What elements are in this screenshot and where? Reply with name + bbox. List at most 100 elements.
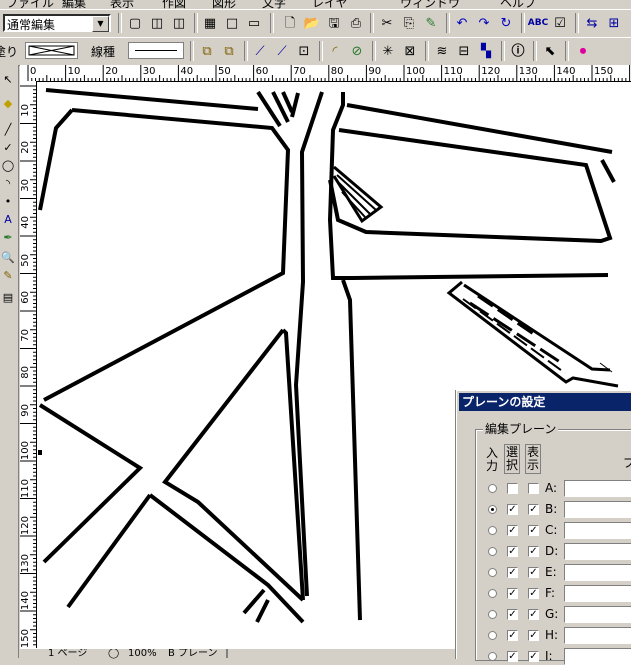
plane-name-field[interactable]	[564, 501, 631, 518]
plane-input-radio[interactable]	[488, 631, 497, 640]
save-icon[interactable]: 🖫	[324, 13, 344, 33]
plane-input-radio[interactable]	[488, 547, 497, 556]
circle-tool-icon[interactable]: ◯	[0, 157, 16, 175]
plane-display-checkbox[interactable]: ✓	[528, 567, 539, 578]
road-edge[interactable]	[45, 88, 259, 111]
plane-select-checkbox[interactable]: ✓	[507, 567, 518, 578]
group-icon[interactable]: ⧉	[197, 41, 217, 61]
plane-display-checkbox[interactable]	[528, 483, 539, 494]
grid-icon[interactable]: ▦	[200, 13, 220, 33]
plane-input-radio[interactable]	[488, 652, 497, 661]
eyedropper-tool-icon[interactable]: ✎	[0, 267, 16, 285]
zoom-tool-icon[interactable]: 🔍	[0, 249, 16, 267]
plane-display-checkbox[interactable]: ✓	[528, 525, 539, 536]
plane-display-checkbox[interactable]: ✓	[528, 546, 539, 557]
plane-select-checkbox[interactable]: ✓	[507, 546, 518, 557]
plane-select-checkbox[interactable]: ✓	[507, 525, 518, 536]
menu-item-text[interactable]: 文字	[262, 0, 286, 9]
plane-select-checkbox[interactable]: ✓	[507, 651, 518, 662]
menu-item-file[interactable]: ファイル	[6, 0, 54, 9]
arc-icon[interactable]: ◜	[325, 41, 345, 61]
plane-select-checkbox[interactable]: ✓	[507, 504, 518, 515]
select-all-icon[interactable]: ⊘	[347, 41, 367, 61]
road-edge[interactable]	[38, 403, 144, 564]
line-type-preview[interactable]	[128, 42, 184, 59]
wave-icon[interactable]: ≋	[432, 41, 452, 61]
plane-display-checkbox[interactable]: ✓	[528, 504, 539, 515]
road-edge[interactable]	[43, 108, 291, 402]
road-edge[interactable]	[327, 92, 609, 280]
road-edge[interactable]	[255, 599, 270, 623]
fill-tool-icon[interactable]: ◆	[0, 95, 16, 113]
menu-item-edit[interactable]: 編集	[62, 0, 86, 9]
table-tool-icon[interactable]: ▤	[0, 289, 16, 307]
plane-display-checkbox[interactable]: ✓	[528, 630, 539, 641]
col-display-header[interactable]: 表示	[525, 444, 541, 474]
plane-name-field[interactable]	[564, 648, 631, 665]
road-edge[interactable]	[463, 283, 611, 372]
star-box-icon[interactable]: ⊠	[400, 41, 420, 61]
check-box-icon[interactable]: ☑	[550, 13, 570, 33]
plane-name-field[interactable]	[564, 522, 631, 539]
new-doc-icon[interactable]: 🗋	[280, 13, 300, 33]
road-edge[interactable]	[328, 128, 613, 244]
open-icon[interactable]: 📂	[302, 13, 322, 33]
cursor-select-icon[interactable]: ⬉	[540, 41, 560, 61]
road-edge[interactable]	[600, 159, 616, 183]
plane-select-checkbox[interactable]	[507, 483, 518, 494]
plane-name-field[interactable]	[564, 606, 631, 623]
menu-item-help[interactable]: ヘルプ	[500, 0, 536, 9]
distribute-icon[interactable]: ▚	[476, 41, 496, 61]
arrange-icon[interactable]: ⇆	[582, 13, 602, 33]
node-edit-icon[interactable]: ⟋	[250, 41, 270, 61]
pen-tool-icon[interactable]: ✒	[0, 229, 16, 247]
plane-display-checkbox[interactable]: ✓	[528, 609, 539, 620]
undo-icon[interactable]: ↶	[452, 13, 472, 33]
plane-select-checkbox[interactable]: ✓	[507, 630, 518, 641]
line-tool-icon[interactable]: ╱	[0, 121, 16, 139]
polyline-tool-icon[interactable]: ✓	[0, 139, 16, 157]
chevron-down-icon[interactable]: ▼	[92, 16, 109, 32]
road-edge[interactable]	[281, 91, 294, 113]
spellcheck-icon[interactable]: ABC	[528, 13, 548, 33]
plane-input-radio[interactable]	[488, 568, 497, 577]
road-edge[interactable]	[346, 103, 613, 154]
road-edge[interactable]	[66, 493, 152, 609]
plane-input-radio[interactable]	[488, 610, 497, 619]
redo-icon[interactable]: ↷	[474, 13, 494, 33]
frame-icon[interactable]: ⊡	[294, 41, 314, 61]
fill-preview[interactable]	[25, 42, 78, 59]
plane-name-field[interactable]	[564, 480, 631, 497]
plane-name-field[interactable]	[564, 564, 631, 581]
copy-icon[interactable]: ⎘	[399, 13, 419, 33]
plane-display-checkbox[interactable]: ✓	[528, 651, 539, 662]
cut-icon[interactable]: ✂	[377, 13, 397, 33]
two-page-alt-icon[interactable]: ◫	[169, 13, 189, 33]
text-tool-icon[interactable]: A	[0, 211, 16, 229]
menu-item-window[interactable]: ウィンドウ	[400, 0, 460, 9]
two-page-icon[interactable]: ◫	[147, 13, 167, 33]
road-edge[interactable]	[38, 108, 74, 211]
plane-select-checkbox[interactable]: ✓	[507, 609, 518, 620]
refresh-icon[interactable]: ↻	[496, 13, 516, 33]
arc-tool-icon[interactable]: ◝	[0, 175, 16, 193]
menu-item-shape[interactable]: 図形	[212, 0, 236, 9]
plane-name-field[interactable]	[564, 543, 631, 560]
plane-name-field[interactable]	[564, 585, 631, 602]
plane-name-field[interactable]	[564, 627, 631, 644]
ungroup-icon[interactable]: ⧉	[219, 41, 239, 61]
plane-input-radio[interactable]	[488, 484, 497, 493]
dialog-title[interactable]: プレーンの設定	[459, 393, 631, 411]
paste-icon[interactable]: ✎	[421, 13, 441, 33]
plane-select-checkbox[interactable]: ✓	[507, 588, 518, 599]
mode-combo[interactable]: 通常編集 ▼	[3, 14, 111, 32]
menu-item-draw[interactable]: 作図	[162, 0, 186, 9]
road-edge[interactable]	[290, 92, 300, 118]
plane-input-radio[interactable]	[488, 505, 497, 514]
snowflake-icon[interactable]: ✳	[378, 41, 398, 61]
print-icon[interactable]: ⎙	[346, 13, 366, 33]
plane-input-radio[interactable]	[488, 526, 497, 535]
pointer-tool-icon[interactable]: ↖	[0, 71, 16, 89]
page-small-icon[interactable]: □	[222, 13, 242, 33]
merge-icon[interactable]: ⊞	[604, 13, 624, 33]
